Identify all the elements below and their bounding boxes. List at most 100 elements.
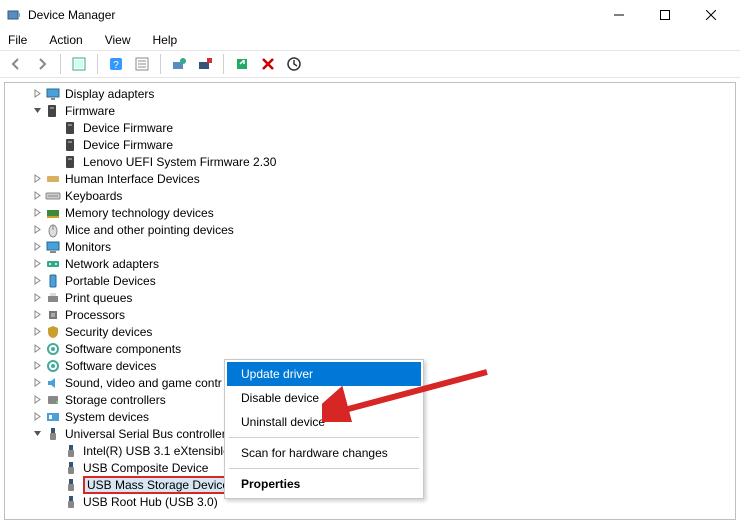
- chevron-down-icon[interactable]: [31, 105, 43, 117]
- maximize-button[interactable]: [642, 0, 688, 30]
- chevron-right-icon[interactable]: [31, 173, 43, 185]
- chevron-right-icon[interactable]: [31, 411, 43, 423]
- firmware-icon: [63, 154, 79, 170]
- tree-item[interactable]: Network adapters: [5, 255, 735, 272]
- titlebar: Device Manager: [0, 0, 740, 30]
- menubar: File Action View Help: [0, 30, 740, 50]
- back-button[interactable]: [4, 52, 28, 76]
- usb-icon: [63, 460, 79, 476]
- svg-text:?: ?: [113, 60, 119, 71]
- tree-item[interactable]: Software components: [5, 340, 735, 357]
- usb-icon: [63, 494, 79, 510]
- chevron-right-icon[interactable]: [31, 326, 43, 338]
- properties-button[interactable]: [130, 52, 154, 76]
- chevron-right-icon[interactable]: [31, 343, 43, 355]
- disable-button[interactable]: [230, 52, 254, 76]
- scan-button[interactable]: [282, 52, 306, 76]
- usb-icon: [63, 443, 79, 459]
- tree-item-label: Network adapters: [65, 257, 159, 271]
- ctx-uninstall-device[interactable]: Uninstall device: [227, 410, 421, 434]
- firmware-icon: [63, 137, 79, 153]
- show-hidden-button[interactable]: [67, 52, 91, 76]
- tree-item[interactable]: Device Firmware: [5, 119, 735, 136]
- chevron-right-icon[interactable]: [31, 190, 43, 202]
- sound-icon: [45, 375, 61, 391]
- chevron-right-icon[interactable]: [31, 88, 43, 100]
- close-button[interactable]: [688, 0, 734, 30]
- chevron-right-icon[interactable]: [31, 309, 43, 321]
- chevron-right-icon[interactable]: [31, 360, 43, 372]
- mouse-icon: [45, 222, 61, 238]
- tree-item-label: Human Interface Devices: [65, 172, 200, 186]
- tree-item[interactable]: Keyboards: [5, 187, 735, 204]
- toolbar-separator: [60, 54, 61, 74]
- tree-item-label: Print queues: [65, 291, 132, 305]
- tree-item-label: Mice and other pointing devices: [65, 223, 234, 237]
- toolbar-separator: [223, 54, 224, 74]
- tree-item-label: Device Firmware: [83, 121, 173, 135]
- chevron-right-icon[interactable]: [31, 275, 43, 287]
- security-icon: [45, 324, 61, 340]
- portable-icon: [45, 273, 61, 289]
- forward-button[interactable]: [30, 52, 54, 76]
- chevron-right-icon[interactable]: [31, 241, 43, 253]
- toolbar: ?: [0, 50, 740, 78]
- tree-item-label: Firmware: [65, 104, 115, 118]
- chevron-right-icon[interactable]: [31, 258, 43, 270]
- tree-item[interactable]: Security devices: [5, 323, 735, 340]
- tree-item-label: USB Mass Storage Device: [83, 476, 233, 494]
- tree-item-label: Memory technology devices: [65, 206, 214, 220]
- tree-item[interactable]: Print queues: [5, 289, 735, 306]
- system-icon: [45, 409, 61, 425]
- tree-item-label: Keyboards: [65, 189, 122, 203]
- minimize-button[interactable]: [596, 0, 642, 30]
- help-button[interactable]: ?: [104, 52, 128, 76]
- update-driver-button[interactable]: [167, 52, 191, 76]
- firmware-icon: [63, 120, 79, 136]
- tree-item[interactable]: Monitors: [5, 238, 735, 255]
- ctx-scan-hardware[interactable]: Scan for hardware changes: [227, 441, 421, 465]
- tree-item[interactable]: Lenovo UEFI System Firmware 2.30: [5, 153, 735, 170]
- cpu-icon: [45, 307, 61, 323]
- uninstall-button[interactable]: [193, 52, 217, 76]
- tree-item-label: Software components: [65, 342, 181, 356]
- tree-item-label: Lenovo UEFI System Firmware 2.30: [83, 155, 276, 169]
- window-controls: [596, 0, 734, 30]
- menu-file[interactable]: File: [4, 31, 31, 49]
- ctx-disable-device[interactable]: Disable device: [227, 386, 421, 410]
- tree-item[interactable]: Display adapters: [5, 85, 735, 102]
- monitor-icon: [45, 239, 61, 255]
- ctx-update-driver[interactable]: Update driver: [227, 362, 421, 386]
- chevron-right-icon[interactable]: [31, 394, 43, 406]
- ctx-separator: [229, 468, 419, 469]
- hid-icon: [45, 171, 61, 187]
- tree-item-label: USB Root Hub (USB 3.0): [83, 495, 218, 509]
- menu-action[interactable]: Action: [45, 31, 86, 49]
- tree-item[interactable]: Mice and other pointing devices: [5, 221, 735, 238]
- tree-item[interactable]: Portable Devices: [5, 272, 735, 289]
- chevron-down-icon[interactable]: [31, 428, 43, 440]
- tree-item[interactable]: Firmware: [5, 102, 735, 119]
- menu-help[interactable]: Help: [149, 31, 182, 49]
- network-icon: [45, 256, 61, 272]
- tree-item-label: USB Composite Device: [83, 461, 208, 475]
- tree-item-label: Monitors: [65, 240, 111, 254]
- delete-button[interactable]: [256, 52, 280, 76]
- ctx-properties[interactable]: Properties: [227, 472, 421, 496]
- tree-item[interactable]: Processors: [5, 306, 735, 323]
- tree-item[interactable]: Human Interface Devices: [5, 170, 735, 187]
- tree-item-label: System devices: [65, 410, 149, 424]
- usb-icon: [45, 426, 61, 442]
- tree-item[interactable]: Memory technology devices: [5, 204, 735, 221]
- tree-item-label: Intel(R) USB 3.1 eXtensible: [83, 444, 230, 458]
- chevron-right-icon[interactable]: [31, 377, 43, 389]
- chevron-right-icon[interactable]: [31, 224, 43, 236]
- chevron-right-icon[interactable]: [31, 292, 43, 304]
- tree-item[interactable]: Device Firmware: [5, 136, 735, 153]
- tree-item-label: Security devices: [65, 325, 152, 339]
- usb-icon: [63, 477, 79, 493]
- tree-item-label: Software devices: [65, 359, 156, 373]
- chevron-right-icon[interactable]: [31, 207, 43, 219]
- tree-item-label: Portable Devices: [65, 274, 156, 288]
- menu-view[interactable]: View: [101, 31, 135, 49]
